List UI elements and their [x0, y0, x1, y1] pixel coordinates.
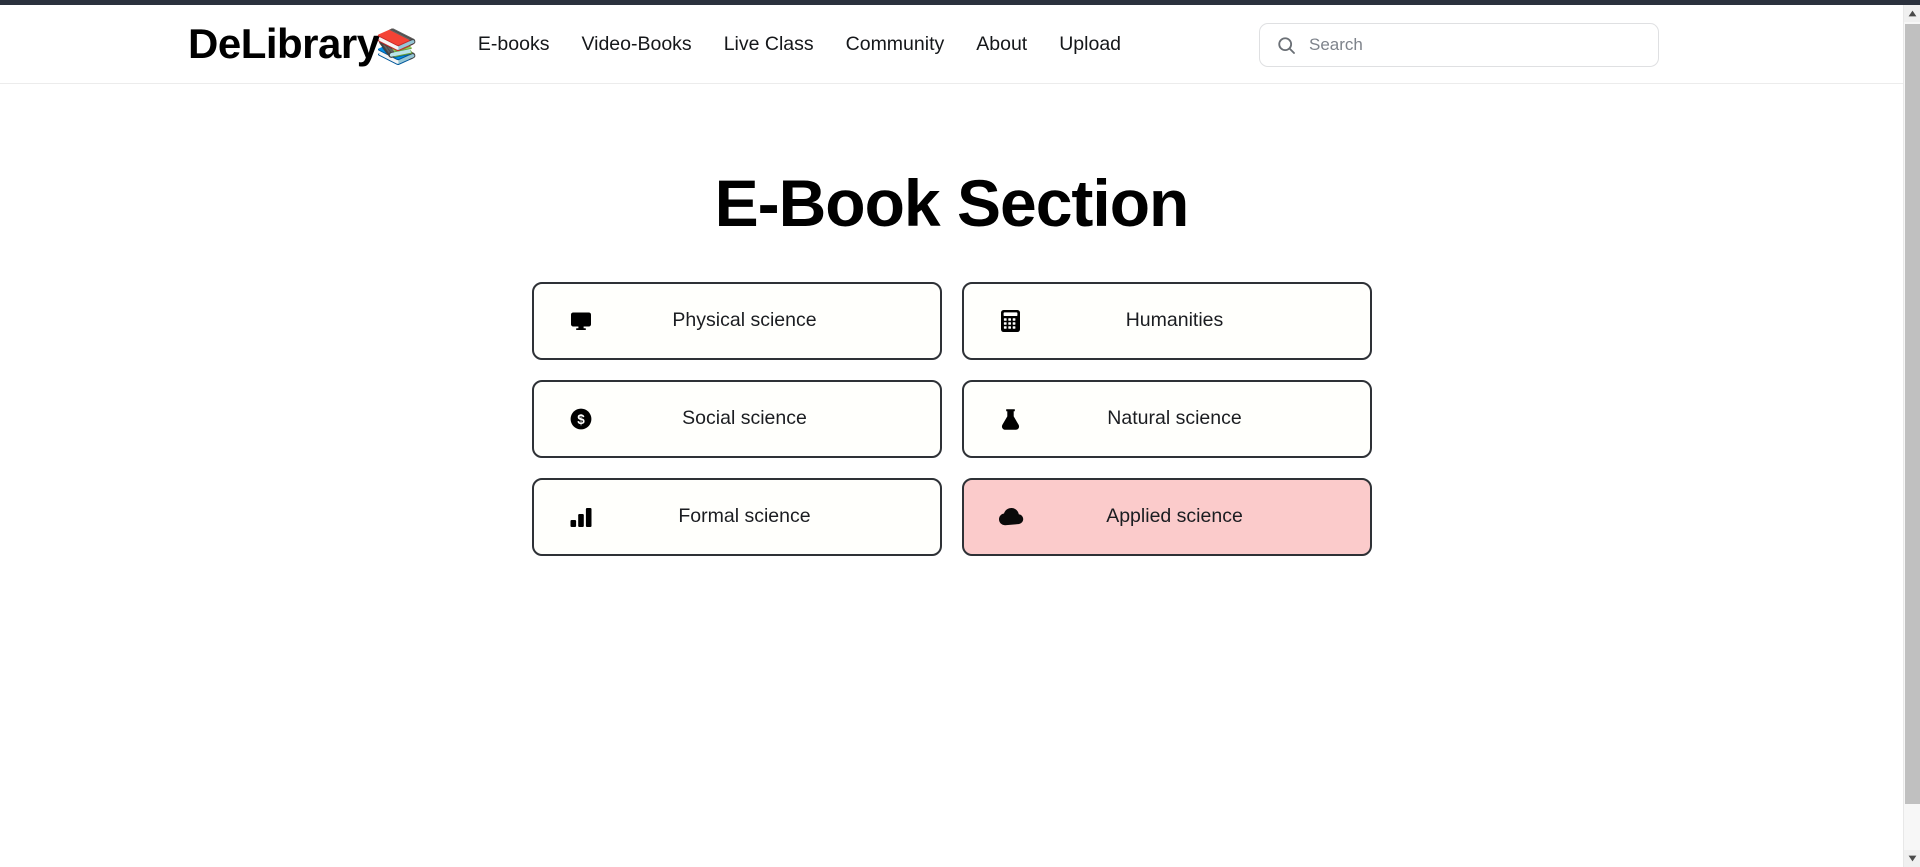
search-icon — [1278, 36, 1295, 54]
search-box[interactable] — [1259, 23, 1659, 67]
category-grid: Physical science Humanities $ Social sci… — [531, 281, 1372, 556]
nav-item-ebooks[interactable]: E-books — [462, 27, 566, 62]
scroll-up-button[interactable] — [1904, 5, 1920, 22]
bar-chart-icon — [568, 504, 594, 530]
main-content: E-Book Section Physical science Humaniti… — [0, 167, 1903, 867]
svg-text:$: $ — [577, 412, 585, 427]
cloud-icon — [998, 504, 1024, 530]
category-button-formal-science[interactable]: Formal science — [531, 477, 942, 556]
nav-item-community[interactable]: Community — [830, 27, 961, 62]
category-button-humanities[interactable]: Humanities — [961, 281, 1372, 360]
nav-item-video-books[interactable]: Video-Books — [565, 27, 707, 62]
flask-icon — [998, 406, 1024, 432]
nav-item-about[interactable]: About — [960, 27, 1043, 62]
dollar-circle-icon: $ — [568, 406, 594, 432]
chevron-down-icon — [1908, 855, 1917, 862]
brand-logo-link[interactable]: DeLibrary 📚 — [188, 23, 418, 65]
calculator-icon — [998, 308, 1024, 334]
category-label: Social science — [682, 407, 807, 430]
main-navigation: E-books Video-Books Live Class Community… — [462, 27, 1137, 62]
category-label: Natural science — [1107, 407, 1242, 430]
scrollbar-thumb[interactable] — [1905, 24, 1920, 804]
category-button-applied-science[interactable]: Applied science — [961, 477, 1372, 556]
category-label: Humanities — [1125, 309, 1224, 332]
vertical-scrollbar[interactable] — [1903, 5, 1920, 867]
category-label: Applied science — [1106, 505, 1243, 528]
books-stack-icon: 📚 — [375, 28, 418, 66]
category-button-physical-science[interactable]: Physical science — [531, 281, 942, 360]
desktop-monitor-icon — [568, 308, 594, 334]
site-header: DeLibrary 📚 E-books Video-Books Live Cla… — [0, 5, 1903, 84]
category-button-natural-science[interactable]: Natural science — [961, 379, 1372, 458]
page-title: E-Book Section — [714, 166, 1190, 240]
search-input[interactable] — [1309, 31, 1639, 59]
scroll-down-button[interactable] — [1904, 850, 1920, 867]
chevron-up-icon — [1908, 10, 1917, 17]
brand-name: DeLibrary — [188, 20, 380, 67]
page-content: DeLibrary 📚 E-books Video-Books Live Cla… — [0, 5, 1903, 867]
nav-item-live-class[interactable]: Live Class — [708, 27, 830, 62]
category-button-social-science[interactable]: $ Social science — [531, 379, 942, 458]
category-label: Physical science — [672, 309, 817, 332]
browser-viewport: DeLibrary 📚 E-books Video-Books Live Cla… — [0, 0, 1920, 867]
nav-item-upload[interactable]: Upload — [1043, 27, 1137, 62]
category-label: Formal science — [678, 505, 811, 528]
